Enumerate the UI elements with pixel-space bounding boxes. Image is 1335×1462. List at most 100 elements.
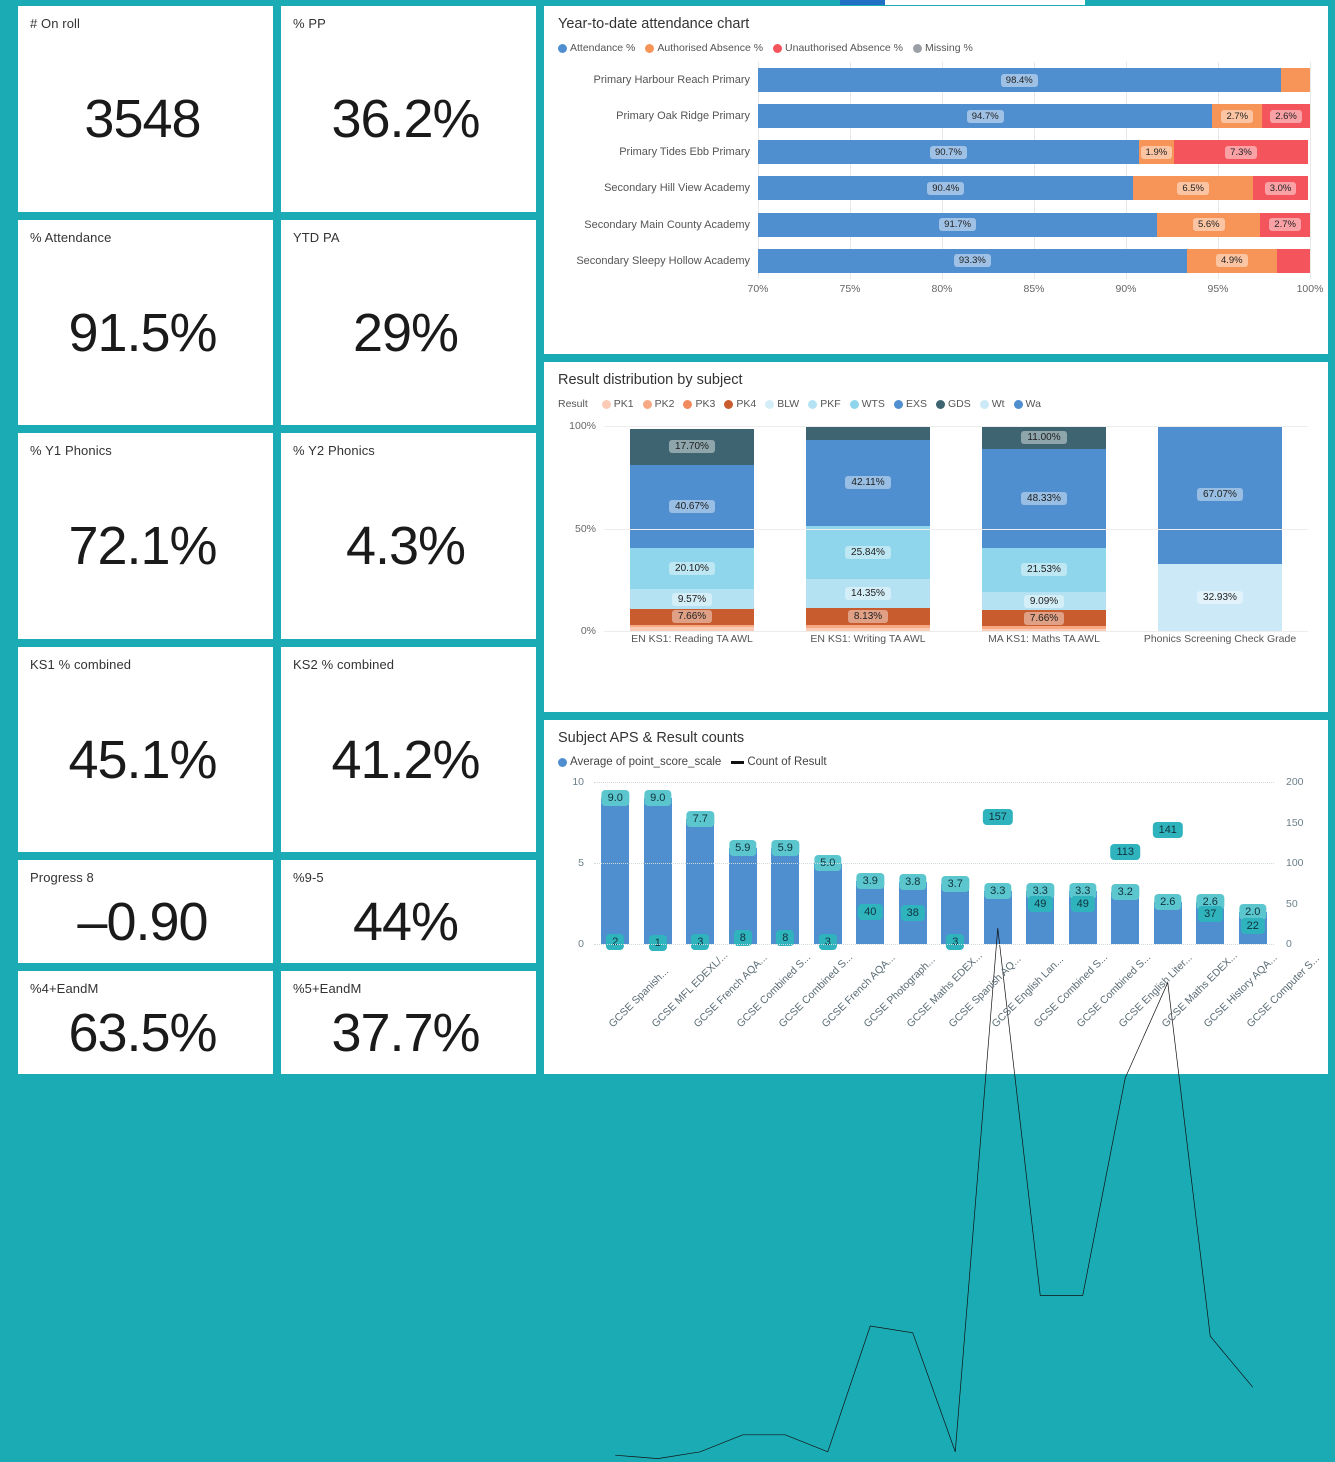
attendance-bar: 91.7% 5.6% 2.7%	[758, 212, 1310, 237]
attendance-segment: 94.7%	[758, 104, 1213, 129]
legend-item[interactable]: PK1	[601, 398, 634, 410]
legend-item[interactable]: PKF	[808, 398, 841, 410]
gridline	[604, 631, 1308, 632]
value-label: 48.33%	[1021, 491, 1067, 505]
gridline	[594, 944, 1274, 945]
attendance-row[interactable]: Primary Tides Ebb Primary 90.7% 1.9% 7.3%	[558, 134, 1310, 170]
attendance-segment: 2.6%	[1262, 104, 1310, 129]
attendance-segment: 4.9%	[1186, 248, 1277, 273]
legend-item[interactable]: Wa	[1013, 398, 1041, 410]
legend-item[interactable]: Count of Result	[731, 756, 827, 768]
legend-swatch-icon	[645, 43, 655, 53]
result-segment: 67.07%	[1158, 426, 1282, 564]
attendance-row[interactable]: Primary Oak Ridge Primary 94.7% 2.7% 2.6%	[558, 98, 1310, 134]
kpi-title: % Y2 Phonics	[293, 443, 375, 458]
kpi-value: –0.90	[77, 892, 208, 952]
kpi-card[interactable]: # On roll 3548	[18, 6, 273, 212]
result-panel-title: Result distribution by subject	[558, 372, 743, 388]
attendance-segment: 1.9%	[1138, 140, 1174, 165]
attendance-row[interactable]: Secondary Sleepy Hollow Academy 93.3% 4.9%	[558, 243, 1310, 279]
legend-swatch-icon	[979, 399, 989, 409]
axis-tick-label: 0	[578, 938, 584, 950]
kpi-card[interactable]: %9-5 44%	[281, 860, 536, 963]
axis-category-label: GCSE Combined S...	[1031, 951, 1111, 1030]
attendance-row-label: Secondary Sleepy Hollow Academy	[576, 254, 750, 267]
kpi-title: % Attendance	[30, 229, 112, 245]
result-y-axis: 0% 50% 100%	[558, 420, 602, 637]
attendance-row[interactable]: Secondary Hill View Academy 90.4% 6.5% 3.0%	[558, 170, 1310, 206]
legend-swatch-icon	[912, 43, 922, 53]
attendance-row[interactable]: Primary Harbour Reach Primary 98.4%	[558, 62, 1310, 98]
legend-item[interactable]: Average of point_score_scale	[558, 756, 721, 768]
legend-item[interactable]: PK3	[683, 398, 715, 410]
attendance-row[interactable]: Secondary Main County Academy 91.7% 5.6% 2.…	[558, 207, 1310, 243]
legend-item[interactable]: Missing %	[912, 42, 973, 54]
kpi-card[interactable]: %4+EandM 63.5%	[18, 971, 273, 1074]
kpi-value: 36.2%	[331, 89, 480, 150]
legend-item[interactable]: Authorised Absence %	[645, 42, 763, 54]
legend-label: Wt	[991, 398, 1005, 410]
legend-item[interactable]: PK4	[724, 398, 756, 410]
value-label: 4.9%	[1215, 254, 1248, 268]
kpi-card[interactable]: Progress 8 –0.90	[18, 860, 273, 963]
kpi-card[interactable]: KS1 % combined 45.1%	[18, 646, 273, 852]
kpi-card[interactable]: % PP 36.2%	[281, 6, 536, 212]
legend-label: GDS	[947, 398, 971, 410]
legend-item[interactable]: WTS	[849, 398, 885, 410]
legend-item[interactable]: GDS	[935, 398, 971, 410]
attendance-bar: 90.4% 6.5% 3.0%	[758, 176, 1310, 201]
legend-item[interactable]: BLW	[765, 398, 799, 410]
kpi-value: 3548	[84, 89, 201, 150]
kpi-card[interactable]: % Attendance 91.5%	[18, 219, 273, 425]
value-label: 2.7%	[1269, 218, 1301, 232]
legend-label: PK3	[695, 398, 716, 410]
kpi-value: 63.5%	[68, 1003, 217, 1063]
axis-category-label: GCSE Spanish...	[606, 965, 672, 1030]
legend-item[interactable]: Wt	[979, 398, 1005, 410]
legend-swatch-icon	[1013, 399, 1023, 409]
value-label: 90.4%	[927, 181, 965, 195]
kpi-card[interactable]: % Y1 Phonics 72.1%	[18, 433, 273, 639]
legend-item[interactable]: Attendance %	[558, 42, 635, 54]
result-x-axis: EN KS1: Reading TA AWL EN KS1: Writing TA…	[604, 633, 1308, 673]
kpi-card[interactable]: %5+EandM 37.7%	[281, 971, 536, 1074]
kpi-card[interactable]: % Y2 Phonics 4.3%	[281, 433, 536, 639]
value-label: 2.6%	[1270, 109, 1302, 123]
attendance-row-label: Secondary Main County Academy	[584, 218, 750, 231]
legend-item[interactable]: Unauthorised Absence %	[773, 42, 903, 54]
legend-label: Authorised Absence %	[657, 42, 764, 54]
attendance-segment: 7.3%	[1173, 140, 1309, 165]
legend-item[interactable]: EXS	[893, 398, 927, 410]
axis-tick-label: 10	[572, 776, 584, 788]
attendance-panel-title: Year-to-date attendance chart	[558, 16, 750, 32]
attendance-row-label: Primary Harbour Reach Primary	[593, 74, 750, 87]
result-segment: 40.67%	[630, 464, 754, 549]
axis-category-label: EN KS1: Writing TA AWL	[810, 633, 926, 645]
kpi-card[interactable]: KS2 % combined 41.2%	[281, 646, 536, 852]
attendance-row-label: Secondary Hill View Academy	[604, 182, 750, 195]
gridline	[604, 426, 1308, 427]
attendance-bar: 98.4%	[758, 68, 1310, 93]
axis-category-label: GCSE Spanish AQ...	[946, 953, 1024, 1030]
gridline	[1310, 62, 1311, 279]
axis-tick-label: 80%	[931, 283, 953, 295]
axis-tick-label: 100	[1286, 857, 1304, 869]
attendance-segment: 2.7%	[1260, 212, 1310, 237]
legend-swatch-icon	[724, 399, 734, 409]
kpi-card[interactable]: YTD PA 29%	[281, 219, 536, 425]
axis-tick-label: 100%	[569, 420, 596, 432]
legend-item[interactable]: PK2	[642, 398, 674, 410]
value-label: 91.7%	[939, 218, 977, 232]
attendance-bar: 93.3% 4.9%	[758, 248, 1310, 273]
aps-panel: Subject APS & Result counts Average of p…	[544, 720, 1328, 1074]
legend-label: Attendance %	[570, 42, 636, 54]
gridline	[604, 528, 1308, 530]
aps-legend: Average of point_score_scale Count of Res…	[558, 756, 1314, 768]
value-label: 94.7%	[966, 109, 1004, 123]
legend-label: PK4	[736, 398, 757, 410]
aps-left-axis: 0 5 10	[558, 776, 590, 950]
result-segment: 8.13%	[806, 608, 930, 625]
axis-tick-label: 200	[1286, 776, 1304, 788]
legend-label: BLW	[777, 398, 800, 410]
axis-tick-label: 50%	[574, 522, 596, 535]
